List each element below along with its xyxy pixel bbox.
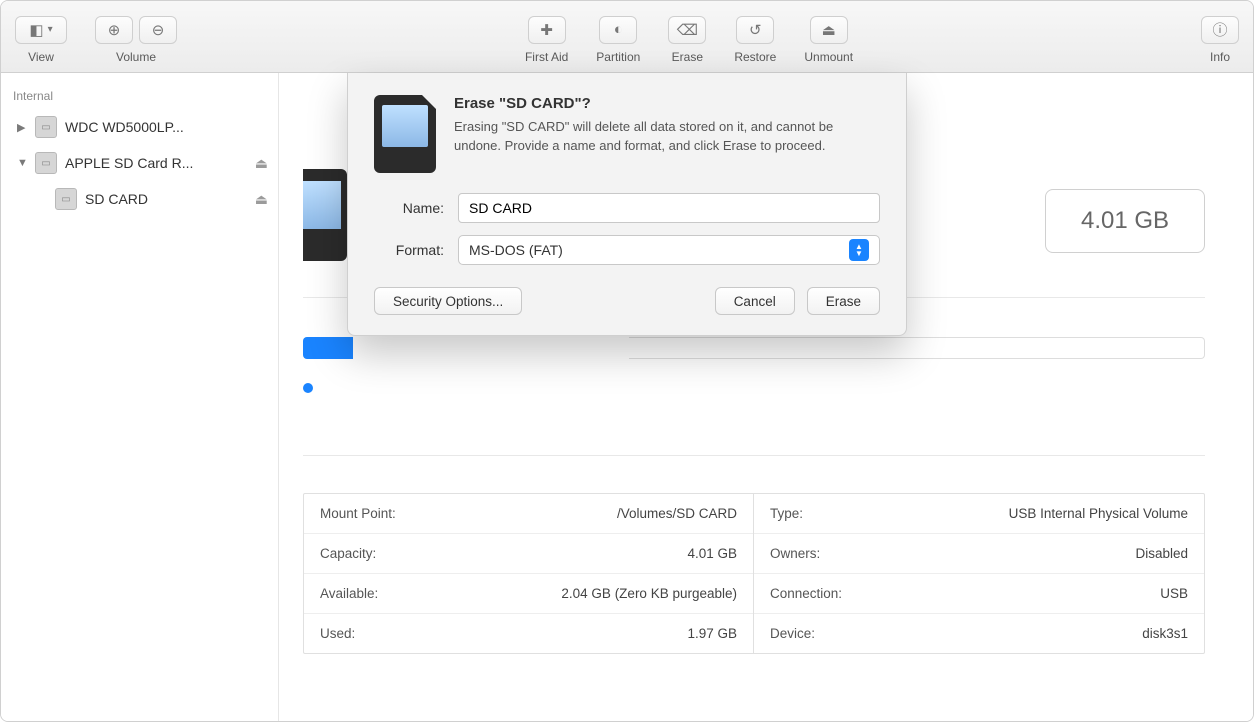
select-arrows-icon: ▲▼ <box>849 239 869 261</box>
format-label: Format: <box>374 242 444 258</box>
name-row: Name: <box>374 193 880 223</box>
chevron-down-icon: ▾ <box>48 24 53 35</box>
format-value: MS-DOS (FAT) <box>469 242 563 258</box>
info-row: Connection:USB <box>754 574 1204 614</box>
partition-label: Partition <box>596 50 640 64</box>
usage-bar-used <box>303 337 353 359</box>
info-row: Capacity:4.01 GB <box>304 534 753 574</box>
volume-label: Volume <box>116 50 156 64</box>
sidebar-item-label: WDC WD5000LP... <box>65 119 268 135</box>
disclosure-right-icon[interactable]: ▶ <box>17 121 27 134</box>
sidebar-item-apple-sd-reader[interactable]: ▼ ▭ APPLE SD Card R... ⏏ <box>1 145 278 181</box>
toolbar: ◧ ▾ View ⊕ ⊖ Volume ✚ First Aid ◐ Partit… <box>1 1 1253 73</box>
sheet-form: Name: Format: MS-DOS (FAT) ▲▼ <box>374 193 880 265</box>
eject-icon: ⏏ <box>822 21 836 39</box>
usage-bar-free <box>629 337 1205 359</box>
volume-add-button[interactable]: ⊕ <box>95 16 133 44</box>
toolbar-partition-group: ◐ Partition <box>596 10 640 64</box>
restore-label: Restore <box>734 50 776 64</box>
format-select[interactable]: MS-DOS (FAT) ▲▼ <box>458 235 880 265</box>
name-input[interactable] <box>458 193 880 223</box>
sheet-actions: Security Options... Cancel Erase <box>374 287 880 315</box>
restore-button[interactable]: ↺ <box>736 16 774 44</box>
format-row: Format: MS-DOS (FAT) ▲▼ <box>374 235 880 265</box>
capacity-box: 4.01 GB <box>1045 189 1205 253</box>
volume-artwork <box>303 169 347 261</box>
sidebar-item-label: SD CARD <box>85 191 247 207</box>
eject-icon[interactable]: ⏏ <box>255 155 268 172</box>
info-icon: ⓘ <box>1213 19 1228 40</box>
info-row: Owners:Disabled <box>754 534 1204 574</box>
info-grid: Mount Point:/Volumes/SD CARD Capacity:4.… <box>303 493 1205 654</box>
unmount-label: Unmount <box>804 50 853 64</box>
erase-toolbar-label: Erase <box>672 50 703 64</box>
firstaid-label: First Aid <box>525 50 568 64</box>
info-row: Mount Point:/Volumes/SD CARD <box>304 494 753 534</box>
toolbar-unmount-group: ⏏ Unmount <box>804 10 853 64</box>
toolbar-volume-group: ⊕ ⊖ Volume <box>95 10 177 64</box>
sheet-body-text: Erasing "SD CARD" will delete all data s… <box>454 118 880 156</box>
toolbar-view-group: ◧ ▾ View <box>15 10 67 64</box>
erase-toolbar-button[interactable]: ⌫ <box>668 16 706 44</box>
info-button[interactable]: ⓘ <box>1201 16 1239 44</box>
capacity-value: 4.01 GB <box>1081 207 1169 235</box>
restore-icon: ↺ <box>749 21 762 39</box>
sidebar-layout-icon: ◧ <box>29 21 43 39</box>
info-col-left: Mount Point:/Volumes/SD CARD Capacity:4.… <box>304 494 754 653</box>
info-row: Used:1.97 GB <box>304 614 753 653</box>
info-row: Type:USB Internal Physical Volume <box>754 494 1204 534</box>
sd-card-icon: ▭ <box>55 188 77 210</box>
divider <box>303 455 1205 456</box>
hdd-icon: ▭ <box>35 116 57 138</box>
legend-dot-icon <box>303 383 313 393</box>
volume-plus-icon: ⊕ <box>108 21 121 39</box>
volume-remove-button[interactable]: ⊖ <box>139 16 177 44</box>
stethoscope-icon: ✚ <box>540 21 553 39</box>
erase-button[interactable]: Erase <box>807 287 880 315</box>
info-row: Device:disk3s1 <box>754 614 1204 653</box>
toolbar-firstaid-group: ✚ First Aid <box>525 10 568 64</box>
name-label: Name: <box>374 200 444 216</box>
sd-card-large-icon <box>374 95 436 173</box>
sidebar-item-sd-card[interactable]: ▭ SD CARD ⏏ <box>1 181 278 217</box>
sheet-title: Erase "SD CARD"? <box>454 95 880 112</box>
sidebar-header: Internal <box>1 85 278 109</box>
info-row: Available:2.04 GB (Zero KB purgeable) <box>304 574 753 614</box>
disclosure-down-icon[interactable]: ▼ <box>17 157 27 169</box>
sidebar: Internal ▶ ▭ WDC WD5000LP... ▼ ▭ APPLE S… <box>1 73 279 721</box>
sidebar-item-label: APPLE SD Card R... <box>65 155 247 171</box>
erase-icon: ⌫ <box>677 21 698 39</box>
firstaid-button[interactable]: ✚ <box>528 16 566 44</box>
sheet-header: Erase "SD CARD"? Erasing "SD CARD" will … <box>374 95 880 173</box>
security-options-button[interactable]: Security Options... <box>374 287 522 315</box>
toolbar-erase-group: ⌫ Erase <box>668 10 706 64</box>
sidebar-item-wdc[interactable]: ▶ ▭ WDC WD5000LP... <box>1 109 278 145</box>
info-label: Info <box>1210 50 1230 64</box>
toolbar-info-group: ⓘ Info <box>1201 10 1239 64</box>
view-label: View <box>28 50 54 64</box>
sheet-text: Erase "SD CARD"? Erasing "SD CARD" will … <box>454 95 880 173</box>
partition-button[interactable]: ◐ <box>599 16 637 44</box>
erase-sheet: Erase "SD CARD"? Erasing "SD CARD" will … <box>347 73 907 336</box>
toolbar-restore-group: ↺ Restore <box>734 10 776 64</box>
pie-icon: ◐ <box>614 21 623 38</box>
sd-reader-icon: ▭ <box>35 152 57 174</box>
eject-icon[interactable]: ⏏ <box>255 191 268 208</box>
disk-utility-window: ◧ ▾ View ⊕ ⊖ Volume ✚ First Aid ◐ Partit… <box>0 0 1254 722</box>
cancel-button[interactable]: Cancel <box>715 287 795 315</box>
volume-minus-icon: ⊖ <box>152 21 165 39</box>
unmount-button[interactable]: ⏏ <box>810 16 848 44</box>
info-col-right: Type:USB Internal Physical Volume Owners… <box>754 494 1204 653</box>
view-button[interactable]: ◧ ▾ <box>15 16 67 44</box>
usage-legend <box>303 383 313 393</box>
